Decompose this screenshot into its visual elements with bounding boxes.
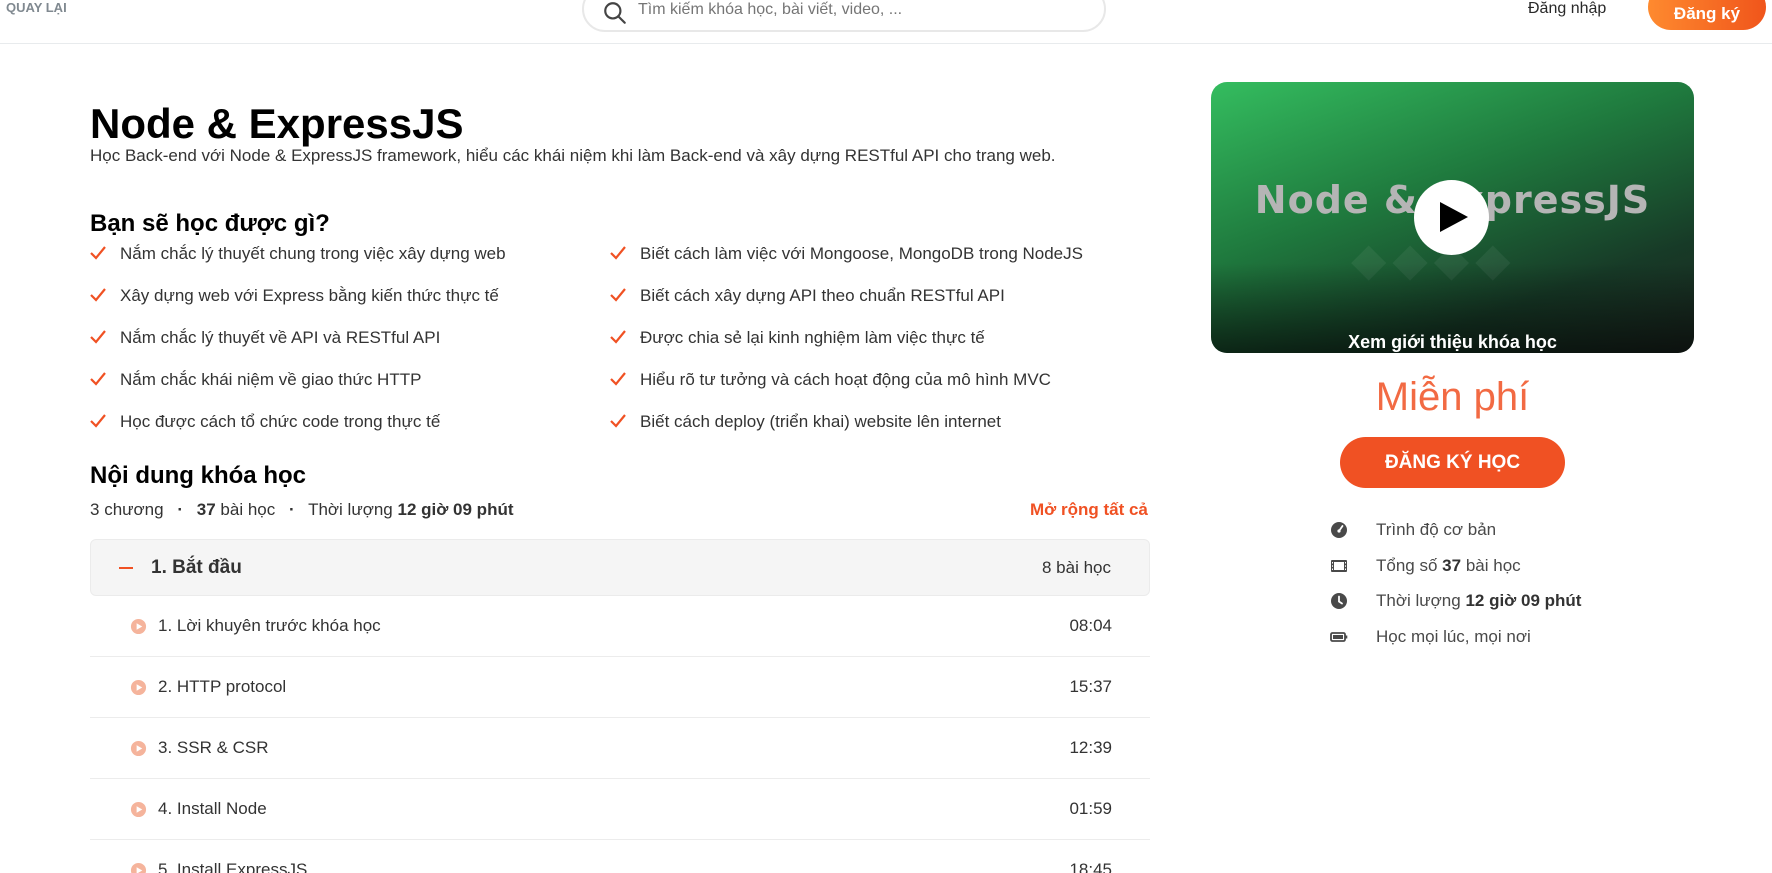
lesson-title: 1. Lời khuyên trước khóa học [158,616,381,635]
check-icon [610,246,626,260]
play-circle-icon [130,862,147,873]
collapse-icon [119,567,133,569]
back-link[interactable]: QUAY LẠI [6,0,67,15]
duration-label: Thời lượng [308,500,393,519]
preview-caption: Xem giới thiệu khóa học [1348,332,1557,352]
top-header: QUAY LẠI Đăng nhập Đăng ký [0,0,1772,44]
check-icon [90,372,106,386]
lesson-row[interactable]: 2. HTTP protocol 15:37 [90,657,1150,718]
chapters-count: 3 [90,500,100,519]
chapter-title: 1. Bắt đầu [151,557,242,578]
learn-item-text: Xây dựng web với Express bằng kiến thức … [120,286,499,305]
learn-item-text: Nắm chắc lý thuyết chung trong việc xây … [120,244,506,263]
total-suffix: bài học [1465,556,1521,575]
chapter-lesson-count: 8 bài học [1042,558,1111,577]
check-icon [90,330,106,344]
course-price: Miễn phí [1375,375,1530,419]
gauge-icon [1331,522,1347,538]
lesson-title: 4. Install Node [158,799,267,818]
learn-item-text: Biết cách làm việc với Mongoose, MongoDB… [640,244,1083,263]
lesson-title: 3. SSR & CSR [158,738,269,757]
lessons-label: bài học [220,500,276,519]
clock-icon [1331,593,1347,609]
content-heading: Nội dung khóa học [90,462,306,489]
course-preview-video[interactable]: Node & ExpressJS ◆◆◆◆ Xem giới thiệu khó… [1211,82,1694,353]
chapters-label: chương [104,500,164,519]
duration-value: 12 giờ 09 phút [397,500,514,519]
learn-item-text: Hiểu rõ tư tưởng và cách hoạt động của m… [640,370,1051,389]
lesson-duration: 01:59 [1069,799,1112,818]
course-meta: 3 chương · 37 bài học · Thời lượng 12 gi… [90,500,514,520]
learn-item-text: Học được cách tổ chức code trong thực tế [120,412,441,431]
check-icon [610,330,626,344]
learn-item-text: Nắm chắc lý thuyết về API và RESTful API [120,328,441,347]
lesson-row[interactable]: 3. SSR & CSR 12:39 [90,718,1150,779]
anytime-text: Học mọi lúc, mọi nơi [1376,627,1531,646]
search-icon [604,2,626,24]
learn-item-text: Biết cách deploy (triển khai) website lê… [640,412,1001,431]
play-circle-icon [130,679,147,696]
battery-icon [1330,632,1348,642]
check-icon [610,372,626,386]
play-circle-icon [130,618,147,635]
enroll-button[interactable]: ĐĂNG KÝ HỌC [1340,437,1565,488]
login-button[interactable]: Đăng nhập [1528,0,1606,18]
learn-item-text: Được chia sẻ lại kinh nghiệm làm việc th… [640,328,985,347]
lesson-duration: 08:04 [1069,616,1112,635]
separator-dot: · [288,500,295,519]
separator-dot: · [177,500,184,519]
play-button[interactable] [1414,180,1489,255]
check-icon [90,414,106,428]
check-icon [610,414,626,428]
info-level: Trình độ cơ bản [1330,520,1690,544]
lesson-row[interactable]: 1. Lời khuyên trước khóa học 08:04 [90,596,1150,657]
learn-item-text: Nắm chắc khái niệm về giao thức HTTP [120,370,422,389]
level-text: Trình độ cơ bản [1376,520,1497,539]
sidebar-duration-value: 12 giờ 09 phút [1465,591,1582,610]
total-value: 37 [1442,556,1462,575]
play-circle-icon [130,740,147,757]
lesson-duration: 15:37 [1069,677,1112,696]
check-icon [610,288,626,302]
check-icon [90,246,106,260]
lesson-title: 5. Install ExpressJS [158,860,308,873]
expand-all-button[interactable]: Mở rộng tất cả [1030,500,1148,520]
info-anytime: Học mọi lúc, mọi nơi [1330,627,1690,651]
duration-text: Thời lượng 12 giờ 09 phút [1376,591,1581,611]
chapter-panel[interactable]: 1. Bắt đầu 8 bài học [90,539,1150,596]
learn-item-text: Biết cách xây dựng API theo chuẩn RESTfu… [640,286,1005,305]
lesson-duration: 18:45 [1069,860,1112,873]
play-icon [1440,202,1468,232]
lessons-count: 37 [196,500,216,519]
info-total-lessons: Tổng số 37 bài học [1330,556,1690,580]
lesson-duration: 12:39 [1069,738,1112,757]
play-circle-icon [130,801,147,818]
course-title: Node & ExpressJS [90,100,464,147]
check-icon [90,288,106,302]
lesson-row[interactable]: 5. Install ExpressJS 18:45 [90,840,1150,873]
total-prefix: Tổng số [1376,556,1438,575]
course-description: Học Back-end với Node & ExpressJS framew… [90,146,1056,165]
duration-prefix: Thời lượng [1376,591,1461,610]
lesson-title: 2. HTTP protocol [158,677,287,696]
info-duration: Thời lượng 12 giờ 09 phút [1330,591,1690,615]
signup-button[interactable]: Đăng ký [1648,0,1766,30]
search-input[interactable] [638,0,1078,22]
search-box[interactable] [582,0,1106,32]
learn-heading: Bạn sẽ học được gì? [90,210,330,237]
lesson-row[interactable]: 4. Install Node 01:59 [90,779,1150,840]
total-lessons-text: Tổng số 37 bài học [1376,556,1521,576]
film-icon [1331,560,1347,572]
